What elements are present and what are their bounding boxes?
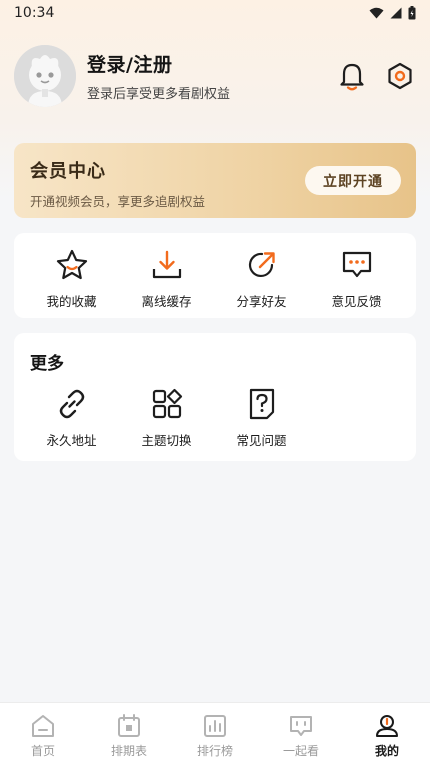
feedback-item[interactable]: 意见反馈 [309, 247, 404, 310]
faq-label: 常见问题 [236, 433, 287, 448]
quick-actions-grid: 我的收藏 离线缓存 分享好友 意见反馈 [14, 233, 416, 310]
tab-home-label: 首页 [30, 744, 55, 758]
feedback-label: 意见反馈 [331, 294, 382, 309]
login-subtitle: 登录后享受更多看剧权益 [87, 87, 231, 102]
login-register-title[interactable]: 登录/注册 [87, 50, 230, 77]
tab-watch-together-label: 一起看 [282, 744, 319, 758]
offline-cache-item[interactable]: 离线缓存 [119, 247, 214, 310]
share-icon [248, 252, 275, 277]
star-icon [56, 249, 87, 280]
vip-center-card[interactable]: 会员中心 开通视频会员，享更多追剧权益 立即开通 [14, 143, 416, 218]
faq-icon [249, 388, 274, 420]
open-vip-button[interactable]: 立即开通 [305, 166, 401, 195]
chart-icon [204, 715, 226, 737]
profile-header[interactable]: 登录/注册 登录后享受更多看剧权益 [14, 44, 416, 108]
favorites-label: 我的收藏 [46, 294, 97, 309]
tab-mine[interactable]: 我的 [344, 703, 430, 766]
more-card: 更多 永久地址 主题切换 常见问题 [14, 333, 416, 461]
tab-home[interactable]: 首页 [0, 703, 86, 766]
more-title: 更多 [30, 354, 64, 374]
tab-mine-label: 我的 [374, 744, 399, 758]
avatar[interactable] [14, 45, 76, 107]
bottom-tab-bar: 首页 排期表 排行榜 一起看 我的 [0, 702, 430, 766]
offline-cache-label: 离线缓存 [141, 294, 192, 309]
share-friends-label: 分享好友 [236, 294, 287, 309]
status-time: 10:34 [14, 5, 55, 21]
wifi-icon [369, 7, 384, 19]
default-avatar-icon [14, 45, 76, 107]
tab-ranking-label: 排行榜 [196, 744, 233, 758]
faq-item[interactable]: 常见问题 [214, 386, 309, 449]
signal-icon [390, 7, 402, 19]
profile-text: 登录/注册 登录后享受更多看剧权益 [87, 50, 230, 102]
calendar-icon [118, 714, 140, 737]
quick-actions-card: 我的收藏 离线缓存 分享好友 意见反馈 [14, 233, 416, 318]
download-icon [152, 250, 181, 279]
status-bar: 10:34 [0, 0, 430, 26]
chat-icon [290, 716, 312, 736]
share-friends-item[interactable]: 分享好友 [214, 247, 309, 310]
profile-icon [376, 715, 398, 737]
battery-icon [408, 6, 416, 20]
theme-switch-label: 主题切换 [141, 433, 192, 448]
link-icon [59, 389, 84, 419]
tab-schedule-label: 排期表 [110, 744, 147, 758]
feedback-icon [342, 251, 371, 278]
status-icons [369, 6, 416, 20]
bell-icon[interactable] [338, 61, 366, 91]
tab-ranking[interactable]: 排行榜 [172, 703, 258, 766]
tab-schedule[interactable]: 排期表 [86, 703, 172, 766]
settings-hexagon-icon[interactable] [386, 61, 414, 91]
more-grid: 永久地址 主题切换 常见问题 [14, 374, 416, 449]
home-icon [32, 715, 54, 737]
favorites-item[interactable]: 我的收藏 [24, 247, 119, 310]
permanent-address-label: 永久地址 [46, 433, 97, 448]
permanent-address-item[interactable]: 永久地址 [24, 386, 119, 449]
header-actions [338, 61, 416, 91]
tab-watch-together[interactable]: 一起看 [258, 703, 344, 766]
theme-switch-item[interactable]: 主题切换 [119, 386, 214, 449]
theme-icon [152, 388, 182, 419]
